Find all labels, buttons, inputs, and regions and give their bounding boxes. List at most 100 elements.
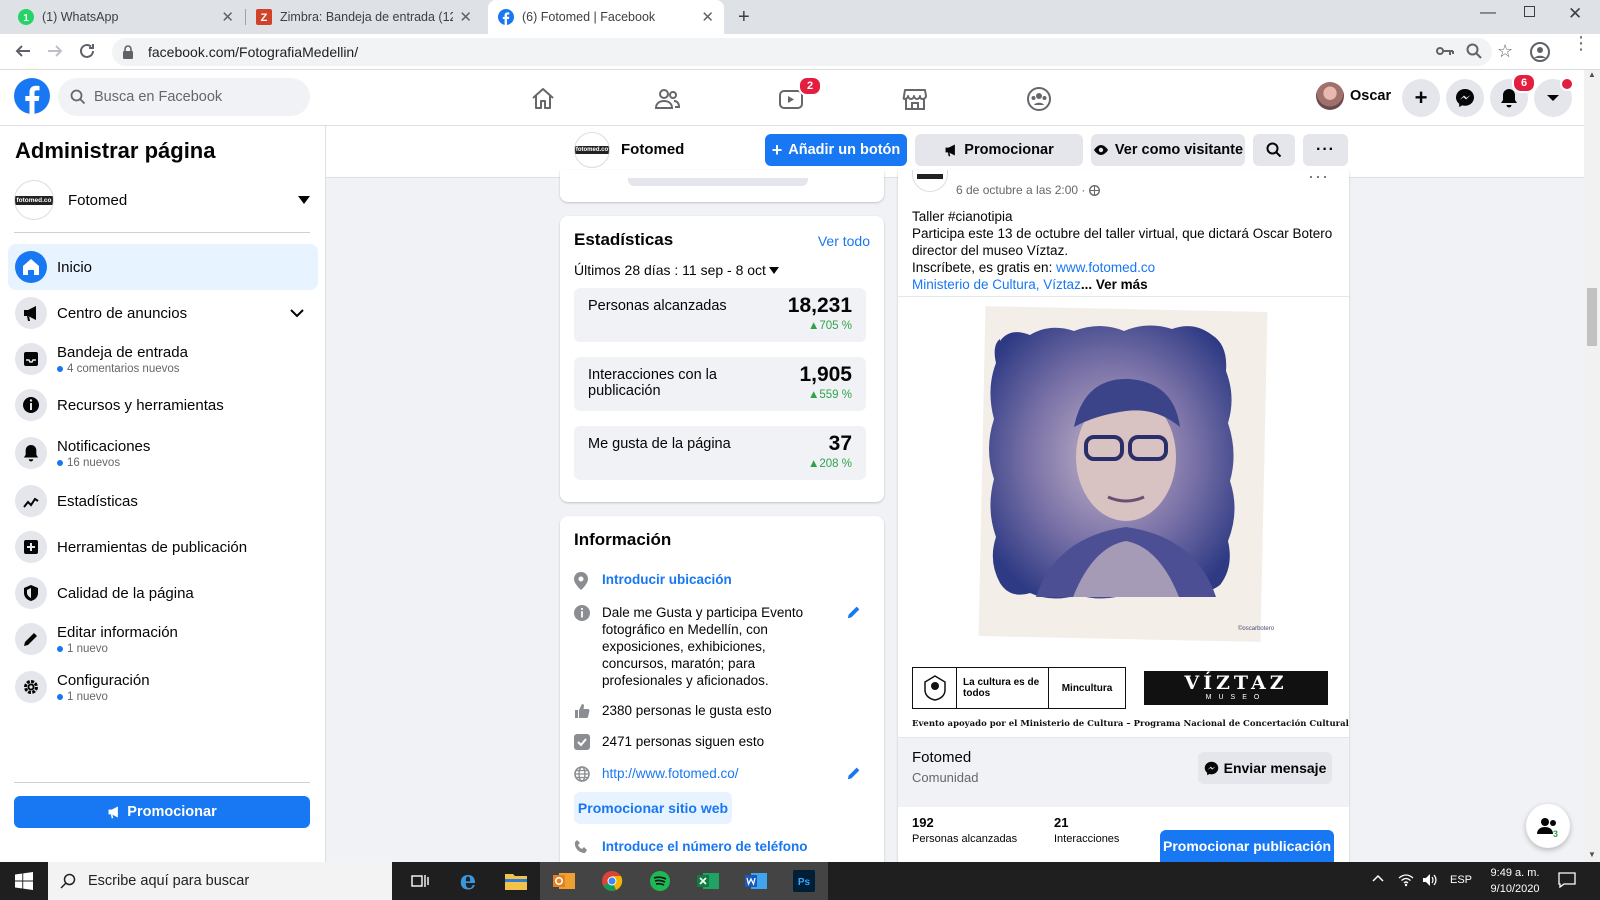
messenger-button[interactable] [1446,79,1484,117]
page-header-name[interactable]: Fotomed [621,141,684,158]
action-center-icon[interactable] [1558,872,1576,888]
url-bar[interactable]: facebook.com/FotografiaMedellin/ [112,38,1492,66]
website-link[interactable]: http://www.fotomed.co/ [602,765,739,782]
stat-reach[interactable]: Personas alcanzadas 18,231 ▲705 % [574,288,866,342]
close-tab-icon[interactable]: ✕ [459,8,472,26]
windows-start-icon[interactable] [0,862,48,900]
forward-arrow-icon[interactable] [46,42,64,60]
new-tab-plus-icon[interactable]: + [738,6,750,29]
notifications-button[interactable]: 6 [1490,73,1536,117]
view-as-visitor-button[interactable]: Ver como visitante [1091,134,1245,166]
divider [14,782,310,783]
post-author-avatar[interactable] [912,170,948,192]
language-indicator[interactable]: ESP [1450,874,1472,886]
restore-icon[interactable] [1524,6,1535,17]
sidebar-item-inicio[interactable]: Inicio [8,244,318,290]
scroll-down-arrow-icon[interactable]: ▼ [1588,850,1596,859]
groups-icon [1026,86,1052,112]
stat-delta-text: 559 % [819,389,852,401]
profile-chip[interactable]: Oscar [1316,82,1391,110]
sidebar-item-edit-info[interactable]: Editar información 1 nuevo [8,616,318,662]
add-button-cta[interactable]: + Añadir un botón [765,134,907,166]
bookmark-star-icon[interactable]: ☆ [1497,41,1513,62]
page-search-button[interactable] [1253,134,1295,166]
nav-friends[interactable] [612,78,722,120]
close-window-icon[interactable]: ✕ [1568,4,1582,24]
promote-header-button[interactable]: Promocionar [915,134,1083,166]
post-options-icon[interactable]: ··· [1308,167,1329,185]
post-text: Taller #cianotipia Participa este 13 de … [912,208,1338,293]
task-view-icon[interactable] [396,862,444,900]
stat-page-likes[interactable]: Me gusta de la página 37 ▲208 % [574,426,866,480]
stats-see-all-link[interactable]: Ver todo [818,233,870,249]
browser-menu-icon[interactable]: ⋮ [1572,34,1590,52]
zoom-icon[interactable] [1466,43,1482,59]
plus-icon: + [771,140,783,160]
clock[interactable]: 9:49 a. m. 9/10/2020 [1482,865,1548,897]
promote-website-button[interactable]: Promocionar sitio web [574,792,732,824]
spotify-icon[interactable] [636,862,684,900]
sidebar-item-settings[interactable]: Configuración 1 nuevo [8,664,318,710]
add-location-link[interactable]: Introducir ubicación [602,571,732,590]
taskbar-search[interactable]: Escribe aquí para buscar [48,862,392,900]
nav-watch[interactable]: 2 [736,76,846,120]
facebook-search[interactable]: Busca en Facebook [58,78,310,116]
volume-icon[interactable] [1422,873,1438,887]
back-arrow-icon[interactable] [14,42,32,60]
more-options-button[interactable]: ··· [1303,134,1348,166]
sidebar-item-publishing-tools[interactable]: Herramientas de publicación [8,524,318,570]
edit-description-pencil-icon[interactable] [846,604,862,620]
edit-website-pencil-icon[interactable] [846,765,862,781]
close-tab-icon[interactable]: ✕ [221,8,234,26]
account-menu-button[interactable] [1534,77,1574,117]
post-website-link[interactable]: www.fotomed.co [1056,260,1155,275]
sidebar-item-resources[interactable]: Recursos y herramientas [8,382,318,428]
photoshop-icon[interactable]: Ps [780,862,828,900]
create-plus-button[interactable]: + [1402,79,1440,117]
word-icon[interactable] [732,862,780,900]
outlook-icon[interactable] [540,862,588,900]
page-avatar[interactable]: fotomed.co [574,132,610,168]
chevron-down-icon[interactable] [290,308,304,318]
scroll-up-arrow-icon[interactable]: ▲ [1588,70,1596,79]
page-scrollbar[interactable]: ▲ ▼ [1584,70,1600,862]
add-phone-link[interactable]: Introduce el número de teléfono [602,838,808,855]
wifi-icon[interactable] [1398,873,1414,887]
page-switcher[interactable]: fotomed.co Fotomed [14,178,310,222]
unread-dot [57,645,63,652]
tab-whatsapp[interactable]: 1 (1) WhatsApp ✕ [8,0,244,34]
sidebar-item-page-quality[interactable]: Calidad de la página [8,570,318,616]
stats-range[interactable]: Últimos 28 días : 11 sep - 8 oct [574,262,779,278]
post-meta[interactable]: 6 de octubre a las 2:00 · [956,183,1101,197]
nav-home[interactable] [488,78,598,120]
excel-icon[interactable] [684,862,732,900]
tray-chevron-up-icon[interactable] [1372,874,1384,882]
send-message-button[interactable]: Enviar mensaje [1198,752,1332,784]
promote-post-button[interactable]: Promocionar publicación [1160,830,1334,862]
sidebar-item-inbox[interactable]: Bandeja de entrada 4 comentarios nuevos [8,336,318,382]
chrome-icon[interactable] [588,862,636,900]
edge-icon[interactable]: e [444,862,492,900]
see-more-link[interactable]: ... Ver más [1081,277,1148,292]
minimize-icon[interactable]: — [1480,4,1496,22]
sidebar-item-notifications[interactable]: Notificaciones 16 nuevos [8,430,318,476]
file-explorer-icon[interactable] [492,862,540,900]
sidebar-item-label: Centro de anuncios [57,304,188,322]
nav-marketplace[interactable] [860,78,970,120]
contacts-chat-button[interactable]: 3 [1526,804,1570,848]
nav-groups[interactable] [984,78,1094,120]
facebook-logo-icon[interactable] [14,78,50,114]
sidebar-item-ads-center[interactable]: Centro de anuncios [8,290,318,336]
footer-author[interactable]: Fotomed [912,749,971,766]
stat-interactions[interactable]: Interacciones con la publicación 1,905 ▲… [574,357,866,411]
tab-zimbra[interactable]: Z Zimbra: Bandeja de entrada (129) ✕ [246,0,482,34]
tab-facebook[interactable]: (6) Fotomed | Facebook ✕ [488,0,724,34]
close-tab-icon[interactable]: ✕ [701,8,714,26]
profile-icon[interactable] [1530,42,1550,62]
reload-icon[interactable] [78,42,96,60]
sidebar-item-stats[interactable]: Estadísticas [8,478,318,524]
post-tags-link[interactable]: Ministerio de Cultura, Víztaz [912,277,1081,292]
key-icon[interactable] [1436,44,1454,58]
scrollbar-thumb[interactable] [1587,288,1597,346]
promote-button[interactable]: Promocionar [14,796,310,828]
